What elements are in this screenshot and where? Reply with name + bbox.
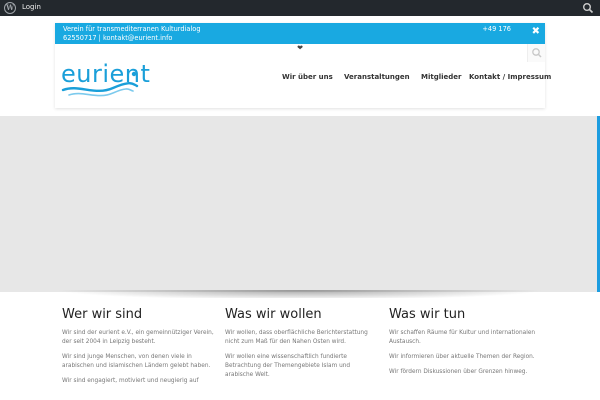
site-header: Verein für transmediterranen Kulturdialo…	[55, 23, 551, 108]
topbar-contact[interactable]: 62550717 | kontakt@eurient.info	[63, 34, 201, 43]
column-title: Was wir wollen	[225, 307, 322, 322]
column-paragraph: Wir informieren über aktuelle Themen der…	[389, 354, 535, 360]
admin-bar: W Login	[0, 0, 600, 16]
hero-slider	[0, 116, 600, 292]
search-icon[interactable]	[582, 2, 594, 14]
column-paragraph: Wir sind junge Menschen, von denen viele…	[62, 354, 211, 369]
column-paragraph: Wir sind engagiert, motiviert und neugie…	[62, 378, 199, 384]
column-title: Was wir tun	[389, 307, 466, 322]
column-paragraph: Wir wollen, dass oberflächliche Berichte…	[225, 330, 368, 345]
column-paragraph: Wir sind der eurient e.V., ein gemeinnüt…	[62, 330, 214, 345]
column-wer-wir-sind: Wer wir sind Wir sind der eurient e.V., …	[62, 298, 217, 392]
site-logo[interactable]: eurient	[61, 60, 150, 100]
top-info-bar: Verein für transmediterranen Kulturdialo…	[55, 23, 545, 44]
column-was-wir-tun: Was wir tun Wir schaffen Räume für Kultu…	[389, 298, 544, 383]
column-was-wir-wollen: Was wir wollen Wir wollen, dass oberfläc…	[225, 298, 380, 386]
topbar-info: Verein für transmediterranen Kulturdialo…	[63, 25, 201, 42]
column-paragraph: Wir schaffen Räume für Kultur und intern…	[389, 330, 536, 345]
login-link[interactable]: Login	[22, 3, 41, 11]
header-search-button[interactable]	[527, 44, 545, 62]
nav-kontakt-impressum[interactable]: Kontakt / Impressum	[469, 73, 551, 81]
column-title: Wer wir sind	[62, 307, 143, 322]
wordpress-icon[interactable]: W	[4, 2, 16, 14]
nav-wir-ueber-uns[interactable]: Wir über uns	[282, 73, 333, 81]
toggle-topbar-icon[interactable]: ❤	[293, 44, 307, 53]
column-paragraph: Wir wollen eine wissenschaftlich fundier…	[225, 354, 351, 378]
logo-wave-icon	[61, 71, 139, 97]
nav-mitglieder[interactable]: Mitglieder	[421, 73, 461, 81]
topbar-phone[interactable]: +49 176	[482, 25, 511, 33]
topbar-tagline: Verein für transmediterranen Kulturdialo…	[63, 25, 201, 33]
nav-veranstaltungen[interactable]: Veranstaltungen	[344, 73, 410, 81]
column-paragraph: Wir fördern Diskussionen über Grenzen hi…	[389, 369, 528, 375]
close-icon[interactable]: ✖	[532, 27, 540, 37]
search-icon	[532, 48, 542, 58]
intro-columns: Wer wir sind Wir sind der eurient e.V., …	[55, 298, 545, 400]
